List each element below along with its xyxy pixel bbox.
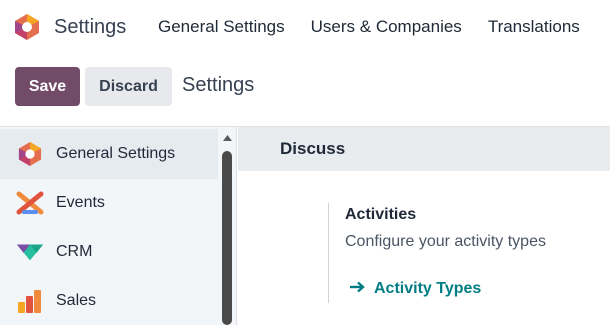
menu-users-companies[interactable]: Users & Companies: [311, 17, 462, 37]
sidebar-item-label: Events: [56, 194, 105, 211]
scroll-up-arrow-icon[interactable]: [220, 131, 235, 145]
section-header: Discuss: [238, 127, 610, 171]
crm-app-icon: [16, 238, 44, 266]
main-menu: General Settings Users & Companies Trans…: [158, 17, 580, 37]
discard-button[interactable]: Discard: [85, 67, 172, 106]
sidebar-item-events[interactable]: Events: [0, 178, 218, 228]
menu-general-settings[interactable]: General Settings: [158, 17, 285, 37]
arrow-right-icon: [349, 280, 365, 298]
section-title: Discuss: [280, 139, 346, 158]
setting-description: Configure your activity types: [345, 233, 546, 250]
control-panel: Save Discard Settings: [0, 58, 610, 120]
setting-activities: Activities Configure your activity types…: [328, 203, 610, 303]
sidebar-item-sales[interactable]: Sales: [0, 276, 218, 325]
sidebar-scrollbar[interactable]: [220, 127, 235, 325]
settings-app-icon[interactable]: [14, 13, 40, 41]
sidebar-item-label: General Settings: [56, 145, 176, 162]
sidebar-item-label: Sales: [56, 292, 97, 309]
top-navbar: Settings General Settings Users & Compan…: [0, 0, 610, 54]
sidebar-item-general-settings[interactable]: General Settings: [0, 129, 218, 179]
link-label: Activity Types: [374, 280, 482, 297]
sidebar-item-label: CRM: [56, 243, 93, 260]
menu-translations[interactable]: Translations: [488, 17, 580, 37]
events-app-icon: [16, 189, 44, 217]
breadcrumb: Settings: [182, 74, 255, 96]
sales-app-icon: [16, 287, 44, 315]
settings-app-icon: [16, 140, 44, 168]
setting-title: Activities: [345, 206, 417, 223]
sidebar-item-crm[interactable]: CRM: [0, 227, 218, 277]
settings-sidebar: General Settings Events CRM Sales: [0, 127, 237, 325]
app-title[interactable]: Settings: [54, 16, 126, 39]
scroll-thumb[interactable]: [222, 151, 232, 325]
save-button[interactable]: Save: [15, 67, 80, 106]
activity-types-link[interactable]: Activity Types: [349, 280, 481, 298]
